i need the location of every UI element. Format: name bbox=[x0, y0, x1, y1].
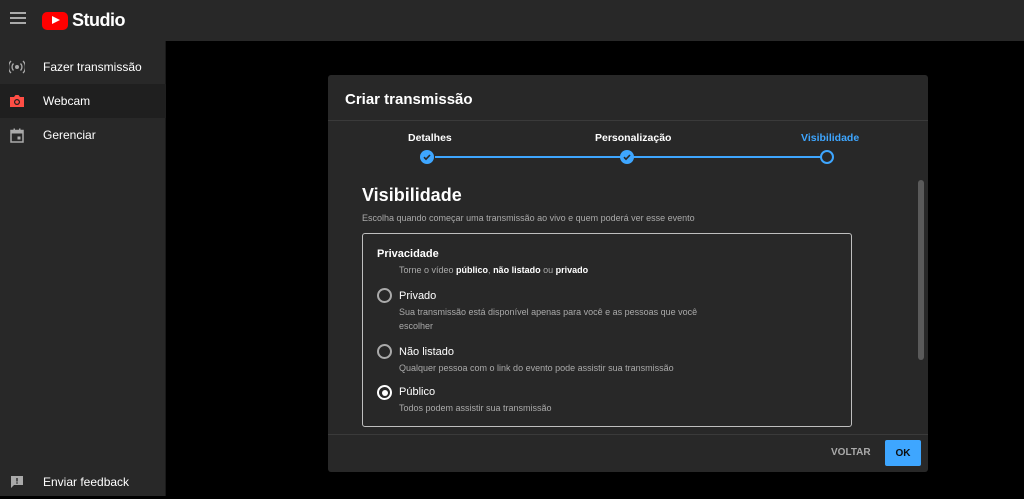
step-label-detalhes[interactable]: Detalhes bbox=[408, 132, 452, 144]
divider bbox=[328, 120, 928, 121]
logo-text: Studio bbox=[72, 10, 126, 30]
privacy-box: Privacidade Torne o vídeo público, não l… bbox=[362, 233, 852, 427]
step-label-personalizacao[interactable]: Personalização bbox=[595, 132, 671, 144]
sidebar: Fazer transmissão Webcam Gerenciar Envia… bbox=[0, 41, 166, 496]
broadcast-icon bbox=[9, 59, 25, 75]
feedback-label: Enviar feedback bbox=[43, 475, 130, 489]
privacy-title: Privacidade bbox=[377, 248, 439, 260]
dialog-title: Criar transmissão bbox=[345, 91, 473, 108]
sidebar-item-label: Fazer transmissão bbox=[43, 60, 142, 74]
camera-icon bbox=[9, 93, 25, 109]
ok-button[interactable]: OK bbox=[885, 440, 921, 466]
calendar-icon bbox=[9, 127, 25, 143]
sidebar-item-fazer-transmissao[interactable]: Fazer transmissão bbox=[0, 50, 166, 84]
step-label-visibilidade[interactable]: Visibilidade bbox=[801, 132, 859, 144]
back-button[interactable]: VOLTAR bbox=[831, 447, 871, 458]
create-stream-dialog: Criar transmissão Detalhes Personalizaçã… bbox=[328, 75, 928, 472]
sidebar-item-label: Webcam bbox=[43, 94, 91, 108]
scrollbar[interactable] bbox=[918, 180, 924, 360]
top-bar: Studio bbox=[0, 0, 1024, 41]
privacy-subtitle: Torne o vídeo público, não listado ou pr… bbox=[399, 265, 589, 275]
section-title: Visibilidade bbox=[362, 185, 462, 205]
option-desc-publico: Todos podem assistir sua transmissão bbox=[399, 403, 552, 413]
sidebar-item-gerenciar[interactable]: Gerenciar bbox=[0, 118, 166, 152]
step-check-icon[interactable] bbox=[620, 150, 634, 164]
sidebar-item-label: Gerenciar bbox=[43, 128, 96, 142]
option-desc-privado: Sua transmissão está disponível apenas p… bbox=[399, 307, 698, 331]
section-description: Escolha quando começar uma transmissão a… bbox=[362, 213, 695, 223]
sidebar-item-webcam[interactable]: Webcam bbox=[0, 84, 166, 118]
studio-logo[interactable]: Studio bbox=[42, 10, 126, 31]
radio-publico[interactable] bbox=[377, 385, 392, 400]
option-label-nao-listado[interactable]: Não listado bbox=[399, 346, 454, 358]
option-label-publico[interactable]: Público bbox=[399, 386, 435, 398]
option-desc-nao-listado: Qualquer pessoa com o link do evento pod… bbox=[399, 363, 674, 373]
youtube-play-icon bbox=[42, 11, 68, 30]
radio-nao-listado[interactable] bbox=[377, 344, 392, 359]
hamburger-menu-icon[interactable] bbox=[10, 12, 26, 26]
feedback-icon bbox=[9, 474, 25, 490]
step-current-icon[interactable] bbox=[820, 150, 834, 164]
step-check-icon[interactable] bbox=[420, 150, 434, 164]
radio-privado[interactable] bbox=[377, 288, 392, 303]
divider bbox=[328, 434, 928, 435]
sidebar-item-feedback[interactable]: Enviar feedback bbox=[0, 465, 166, 499]
option-label-privado[interactable]: Privado bbox=[399, 290, 436, 302]
